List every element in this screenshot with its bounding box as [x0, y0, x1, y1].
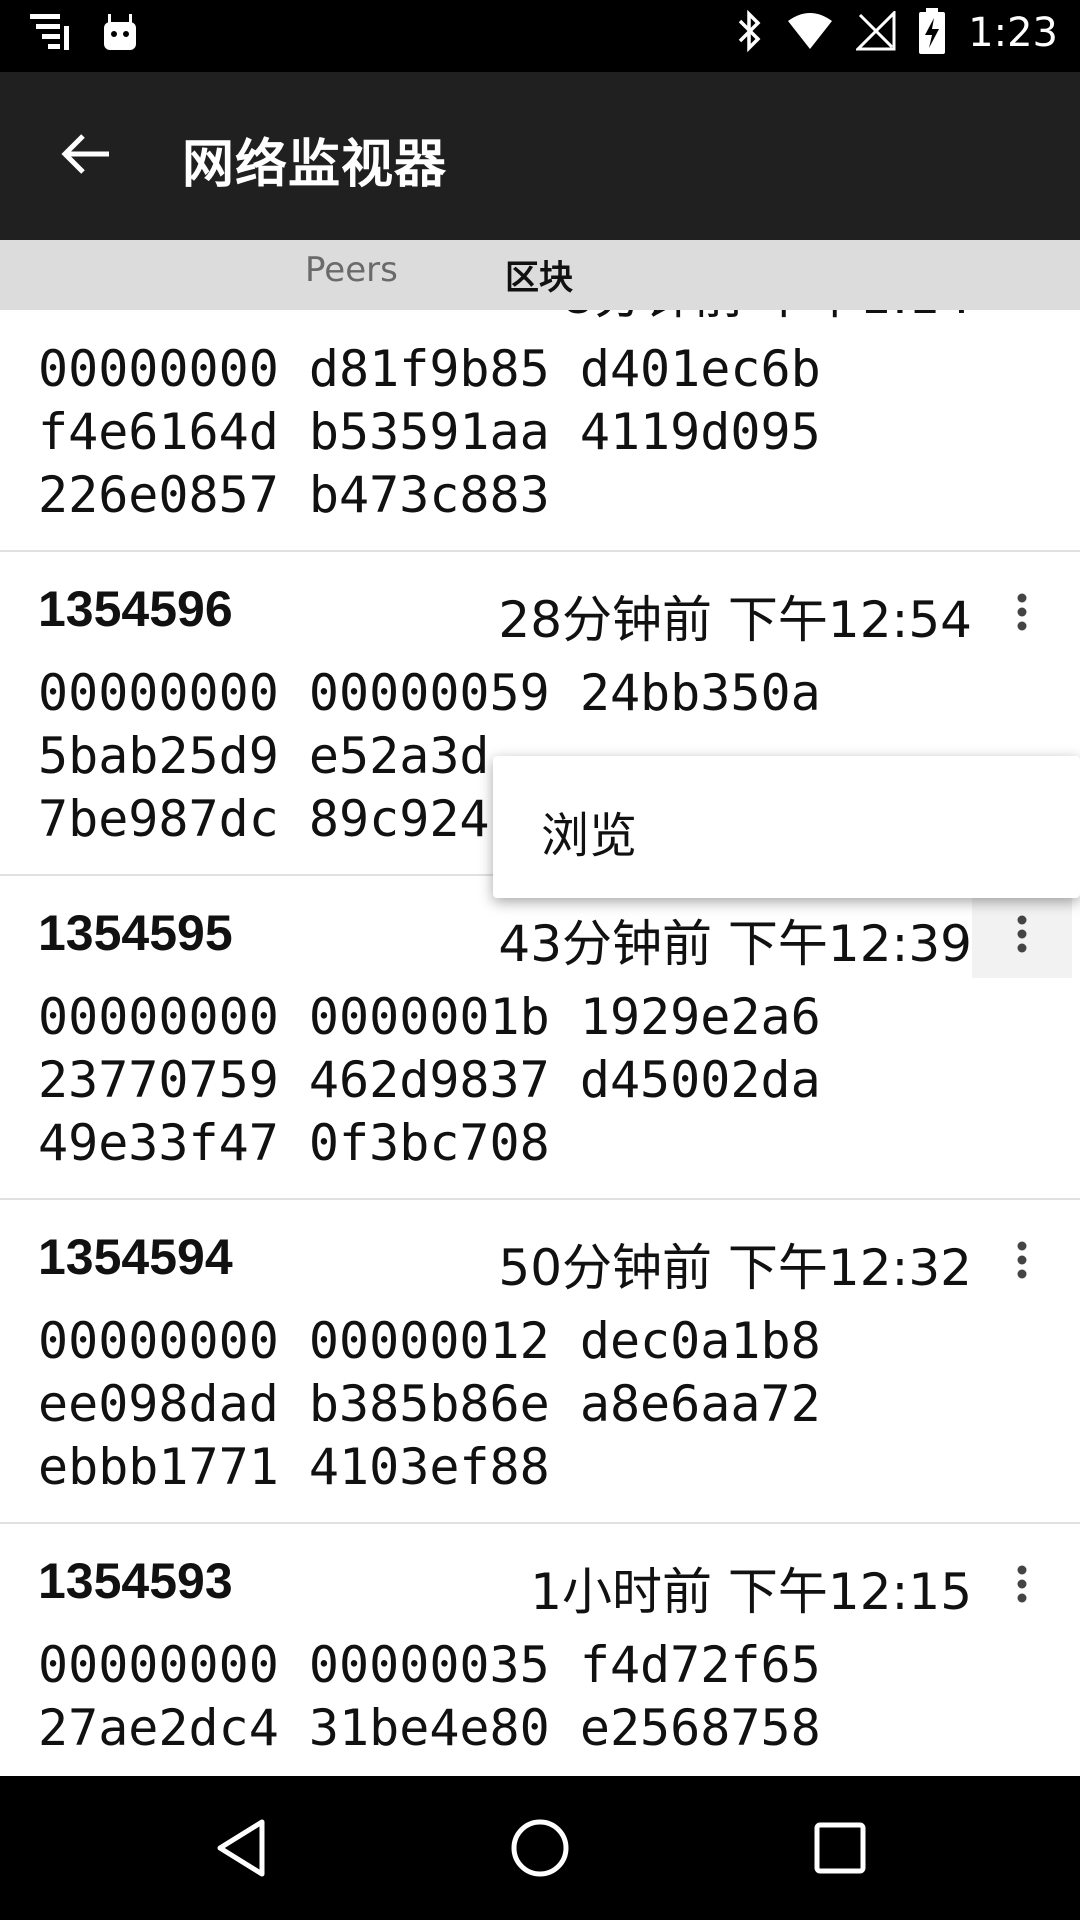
block-number: 1354596: [38, 581, 233, 637]
no-signal-icon: [854, 9, 896, 55]
block-number: 1354593: [38, 1553, 233, 1609]
page-title: 网络监视器: [182, 135, 448, 195]
nav-back-button[interactable]: [202, 1812, 278, 1888]
navigation-bar: [0, 1776, 1080, 1920]
tab-peers[interactable]: Peers: [305, 250, 398, 290]
nav-recents-button[interactable]: [802, 1812, 878, 1888]
block-time: 1小时前 下午12:15: [530, 1563, 972, 1621]
more-vert-icon: [1017, 310, 1027, 312]
more-vert-icon: [1017, 1564, 1027, 1608]
list-item[interactable]: 1354593 1小时前 下午12:15 00000000 00000035 f…: [0, 1524, 1080, 1776]
block-time: 8分钟前 下午1:14: [562, 310, 972, 328]
block-hash: 00000000 0000001b 1929e2a6 23770759 462d…: [38, 988, 821, 1172]
block-number: 1354597: [38, 310, 233, 314]
block-time: 50分钟前 下午12:32: [498, 1239, 972, 1297]
app-toolbar: 网络监视器: [0, 72, 1080, 240]
nav-recents-icon: [812, 1820, 868, 1880]
block-hash: 00000000 00000035 f4d72f65 27ae2dc4 31be…: [38, 1636, 821, 1757]
block-number: 1354595: [38, 905, 233, 961]
list-item[interactable]: 1354594 50分钟前 下午12:32 00000000 00000012 …: [0, 1200, 1080, 1524]
overflow-menu-button[interactable]: [1002, 1556, 1042, 1616]
list-item[interactable]: 1354595 43分钟前 下午12:39 00000000 0000001b …: [0, 876, 1080, 1200]
overflow-menu-button[interactable]: [1002, 1232, 1042, 1292]
nav-home-button[interactable]: [502, 1812, 578, 1888]
list-item[interactable]: 1354597 8分钟前 下午1:14 00000000 d81f9b85 d4…: [0, 310, 1080, 552]
nav-back-icon: [210, 1816, 270, 1884]
overflow-menu-button[interactable]: [1002, 310, 1042, 320]
bluetooth-icon: [736, 9, 764, 57]
back-button[interactable]: [50, 124, 120, 188]
tab-bar: Peers 区块: [0, 240, 1080, 310]
overflow-menu-button[interactable]: [1002, 584, 1042, 644]
popup-menu: 浏览: [493, 756, 1080, 898]
more-vert-icon: [1017, 914, 1027, 958]
arrow-back-icon: [59, 132, 111, 180]
nav-home-icon: [508, 1816, 572, 1884]
android-icon: [102, 12, 138, 56]
notification-list-icon: [30, 12, 74, 56]
battery-charging-icon: [918, 8, 946, 58]
block-hash: 00000000 d81f9b85 d401ec6b f4e6164d b535…: [38, 340, 821, 524]
more-vert-icon: [1017, 592, 1027, 636]
overflow-menu-button[interactable]: [972, 894, 1072, 978]
tab-blocks[interactable]: 区块: [505, 250, 573, 299]
block-hash: 00000000 00000012 dec0a1b8 ee098dad b385…: [38, 1312, 821, 1496]
block-time: 43分钟前 下午12:39: [498, 915, 972, 973]
status-time: 1:23: [968, 10, 1058, 56]
status-bar: 1:23: [0, 0, 1080, 72]
block-time: 28分钟前 下午12:54: [498, 591, 972, 649]
more-vert-icon: [1017, 1240, 1027, 1284]
block-list[interactable]: 1354597 8分钟前 下午1:14 00000000 d81f9b85 d4…: [0, 310, 1080, 1776]
wifi-icon: [786, 11, 834, 55]
block-number: 1354594: [38, 1229, 233, 1285]
menu-item-browse[interactable]: 浏览: [541, 796, 637, 866]
